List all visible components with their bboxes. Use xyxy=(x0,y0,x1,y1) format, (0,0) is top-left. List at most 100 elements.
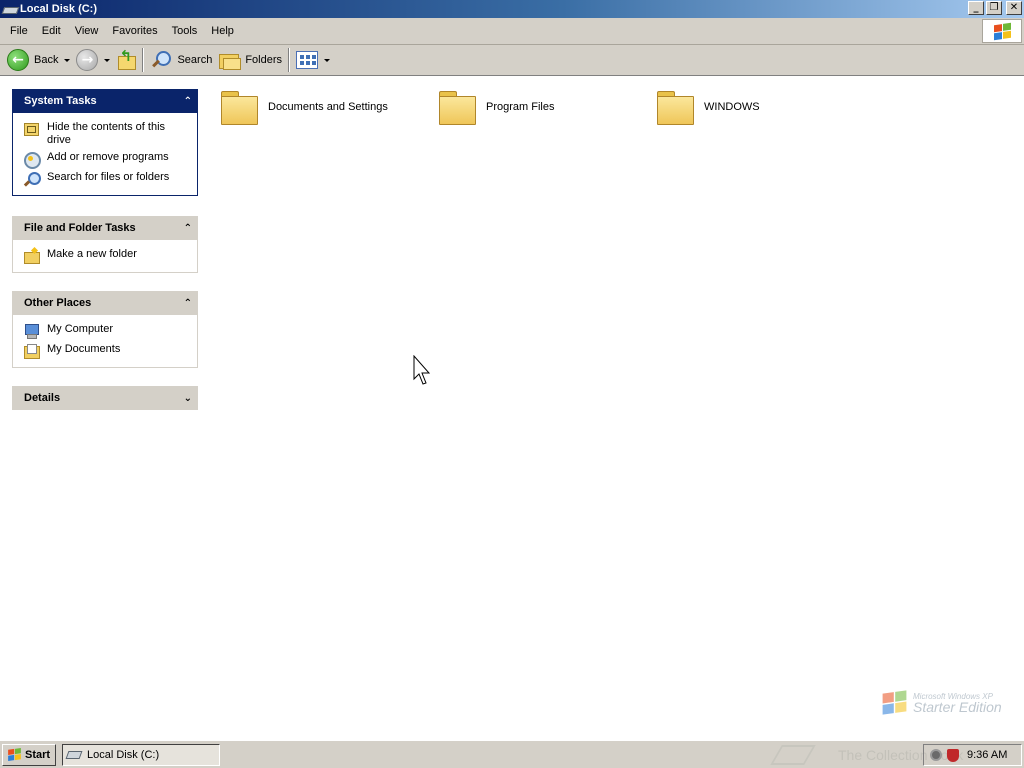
menu-favorites[interactable]: Favorites xyxy=(105,25,164,37)
edition-watermark: Microsoft Windows XP Starter Edition xyxy=(882,689,1002,715)
drive-icon xyxy=(65,750,83,759)
toolbar-separator xyxy=(288,48,291,72)
folder-item[interactable]: Program Files xyxy=(438,89,554,125)
collapse-chevron-icon[interactable]: ⌃ xyxy=(184,96,192,107)
task-add-remove-programs[interactable]: Add or remove programs xyxy=(23,149,197,169)
back-dropdown-icon[interactable] xyxy=(64,58,71,62)
windows-logo xyxy=(982,19,1022,43)
other-places-body: My Computer My Documents xyxy=(12,315,198,368)
task-search-files[interactable]: Search for files or folders xyxy=(23,169,197,189)
place-my-computer[interactable]: My Computer xyxy=(23,321,197,341)
toolbar-separator xyxy=(142,48,145,72)
security-shield-icon[interactable] xyxy=(947,748,959,762)
folder-icon xyxy=(438,89,476,125)
expand-chevron-icon[interactable]: ⌄ xyxy=(184,393,192,404)
search-button[interactable]: Search xyxy=(147,47,215,73)
window-controls: _ ❐ ✕ xyxy=(968,1,1022,15)
folder-name: WINDOWS xyxy=(704,101,760,113)
task-label: Make a new folder xyxy=(47,248,137,260)
my-computer-icon xyxy=(23,323,39,339)
window-title: Local Disk (C:) xyxy=(20,3,98,15)
folder-up-icon xyxy=(116,47,137,70)
system-tray: 9:36 AM xyxy=(923,744,1022,766)
close-button[interactable]: ✕ xyxy=(1006,1,1022,15)
folder-name: Program Files xyxy=(486,101,555,113)
folder-view[interactable]: Documents and Settings Program Files WIN… xyxy=(208,77,1024,740)
book-icon xyxy=(770,745,816,765)
taskbar: Start Local Disk (C:) The Collection Boo… xyxy=(0,740,1024,768)
taskbar-window-label: Local Disk (C:) xyxy=(87,748,160,761)
file-folder-tasks-panel: File and Folder Tasks ⌃ Make a new folde… xyxy=(12,216,198,273)
place-my-documents[interactable]: My Documents xyxy=(23,341,197,361)
menu-file[interactable]: File xyxy=(3,25,35,37)
my-documents-icon xyxy=(23,343,40,359)
collapse-chevron-icon[interactable]: ⌃ xyxy=(184,298,192,309)
folder-icon xyxy=(220,89,258,125)
task-label: Search for files or folders xyxy=(47,171,170,183)
drive-icon xyxy=(3,4,16,14)
system-tasks-title: System Tasks xyxy=(24,95,97,107)
system-tasks-body: Hide the contents of this drive Add or r… xyxy=(12,113,198,196)
title-bar: Local Disk (C:) _ ❐ ✕ xyxy=(0,0,1024,18)
system-tasks-header[interactable]: System Tasks ⌃ xyxy=(12,89,198,113)
menu-bar: File Edit View Favorites Tools Help xyxy=(0,18,1024,45)
up-button[interactable] xyxy=(113,47,139,73)
edition-text: Microsoft Windows XP Starter Edition xyxy=(913,691,1002,714)
menu-help[interactable]: Help xyxy=(204,25,241,37)
search-label: Search xyxy=(177,54,213,66)
mouse-cursor-icon xyxy=(413,355,431,385)
toolbar: ← Back → Search Folders xyxy=(0,45,1024,76)
file-folder-tasks-title: File and Folder Tasks xyxy=(24,222,136,234)
folders-button[interactable]: Folders xyxy=(215,47,285,73)
search-icon xyxy=(23,171,41,187)
details-title: Details xyxy=(24,392,61,404)
menu-tools[interactable]: Tools xyxy=(165,25,205,37)
forward-arrow-icon: → xyxy=(76,49,99,71)
folders-label: Folders xyxy=(245,54,283,66)
place-label: My Computer xyxy=(47,323,114,335)
folder-icon xyxy=(656,89,694,125)
folder-item[interactable]: Documents and Settings xyxy=(220,89,388,125)
details-header[interactable]: Details ⌄ xyxy=(12,386,198,410)
clock[interactable]: 9:36 AM xyxy=(967,749,1007,761)
details-panel: Details ⌄ xyxy=(12,386,198,410)
folder-item[interactable]: WINDOWS xyxy=(656,89,760,125)
views-dropdown-icon[interactable] xyxy=(324,58,331,62)
system-tasks-panel: System Tasks ⌃ Hide the contents of this… xyxy=(12,89,198,196)
menu-view[interactable]: View xyxy=(68,25,106,37)
start-label: Start xyxy=(25,748,51,761)
menu-edit[interactable]: Edit xyxy=(35,25,68,37)
folder-name: Documents and Settings xyxy=(268,101,388,113)
views-icon xyxy=(296,51,319,69)
taskbar-window-button[interactable]: Local Disk (C:) xyxy=(62,743,220,766)
add-remove-programs-icon xyxy=(23,151,41,169)
restore-button[interactable]: ❐ xyxy=(986,1,1002,15)
back-button[interactable]: ← Back xyxy=(4,47,73,73)
network-tray-icon[interactable] xyxy=(930,749,942,761)
other-places-title: Other Places xyxy=(24,297,92,309)
views-button[interactable] xyxy=(293,47,333,73)
minimize-button[interactable]: _ xyxy=(968,1,984,15)
hide-contents-icon xyxy=(23,121,39,137)
forward-dropdown-icon[interactable] xyxy=(104,58,111,62)
task-make-new-folder[interactable]: Make a new folder xyxy=(23,246,197,266)
windows-flag-icon xyxy=(8,747,21,762)
back-label: Back xyxy=(34,54,59,66)
windows-flag-icon xyxy=(882,689,907,715)
back-arrow-icon: ← xyxy=(7,49,29,71)
file-folder-tasks-body: Make a new folder xyxy=(12,240,198,273)
search-icon xyxy=(150,49,172,71)
place-label: My Documents xyxy=(47,343,121,355)
file-folder-tasks-header[interactable]: File and Folder Tasks ⌃ xyxy=(12,216,198,240)
task-label: Hide the contents of this drive xyxy=(47,121,166,146)
collapse-chevron-icon[interactable]: ⌃ xyxy=(184,223,192,234)
other-places-panel: Other Places ⌃ My Computer My Documents xyxy=(12,291,198,368)
other-places-header[interactable]: Other Places ⌃ xyxy=(12,291,198,315)
folders-icon xyxy=(218,51,242,70)
new-folder-icon xyxy=(23,248,40,264)
forward-button[interactable]: → xyxy=(73,47,113,73)
task-label: Add or remove programs xyxy=(47,151,169,163)
task-hide-drive-contents[interactable]: Hide the contents of this drive xyxy=(23,119,197,149)
task-pane: System Tasks ⌃ Hide the contents of this… xyxy=(0,77,208,740)
start-button[interactable]: Start xyxy=(2,743,56,766)
